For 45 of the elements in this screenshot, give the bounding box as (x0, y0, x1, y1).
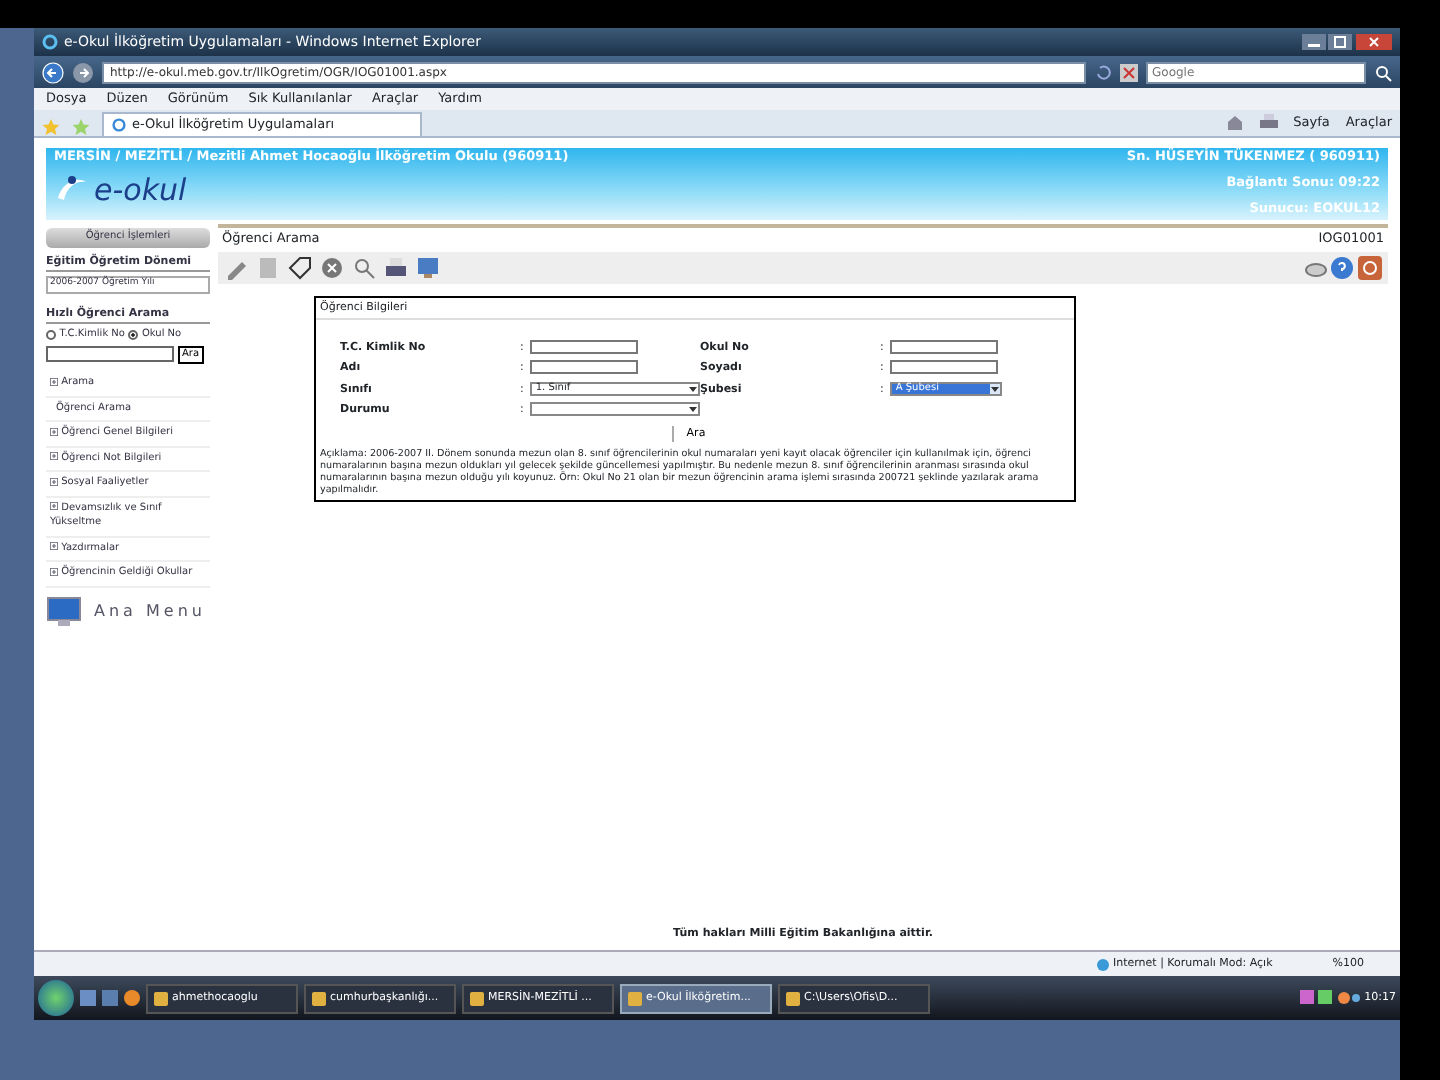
quick-launch-icon[interactable] (80, 988, 140, 1008)
printer-icon[interactable] (384, 255, 408, 280)
app-icon (154, 991, 168, 1005)
main-menu-link[interactable]: Ana Menu (94, 599, 206, 624)
star-icon[interactable] (42, 118, 60, 136)
expand-icon (50, 542, 58, 551)
monitor-icon[interactable] (416, 255, 440, 280)
input-field[interactable] (529, 360, 638, 375)
back-icon[interactable] (42, 61, 64, 83)
expand-icon (50, 452, 58, 461)
refresh-icon[interactable] (1094, 63, 1112, 81)
expand-icon (50, 377, 58, 386)
app-icon (628, 991, 642, 1005)
globe-icon (1095, 957, 1110, 971)
app-icon (312, 991, 326, 1005)
power-icon[interactable] (1358, 255, 1382, 280)
close-icon[interactable] (1356, 34, 1392, 50)
expand-icon (50, 427, 58, 436)
expand-icon (50, 567, 58, 576)
quick-search-field[interactable] (46, 346, 174, 363)
ie-logo-icon (42, 34, 58, 50)
app-icon (470, 991, 484, 1005)
maximize-icon[interactable] (1328, 34, 1353, 50)
app-icon (786, 991, 800, 1005)
caret-icon (989, 383, 1000, 393)
logo-text: e-okul (94, 169, 187, 212)
input-field[interactable] (889, 340, 998, 354)
input-field[interactable] (889, 360, 998, 375)
expand-icon (50, 502, 58, 511)
expand-icon (50, 477, 58, 486)
printer-icon[interactable] (1259, 113, 1278, 130)
monitor-icon[interactable] (46, 595, 82, 628)
ie-logo-icon (112, 118, 126, 132)
search-icon[interactable] (1374, 63, 1392, 81)
forward-icon[interactable] (72, 61, 94, 83)
input-field[interactable] (529, 340, 638, 354)
magnifier-icon[interactable] (352, 255, 376, 280)
minimize-icon[interactable] (1301, 34, 1325, 50)
tag-icon[interactable] (288, 255, 312, 280)
tray-icons-icon (1300, 989, 1361, 1007)
stop-icon[interactable] (1120, 63, 1138, 81)
start-button[interactable] (38, 980, 74, 1016)
help-icon[interactable] (1330, 255, 1355, 280)
select-field[interactable] (529, 401, 700, 416)
cancel-icon[interactable] (320, 255, 344, 280)
